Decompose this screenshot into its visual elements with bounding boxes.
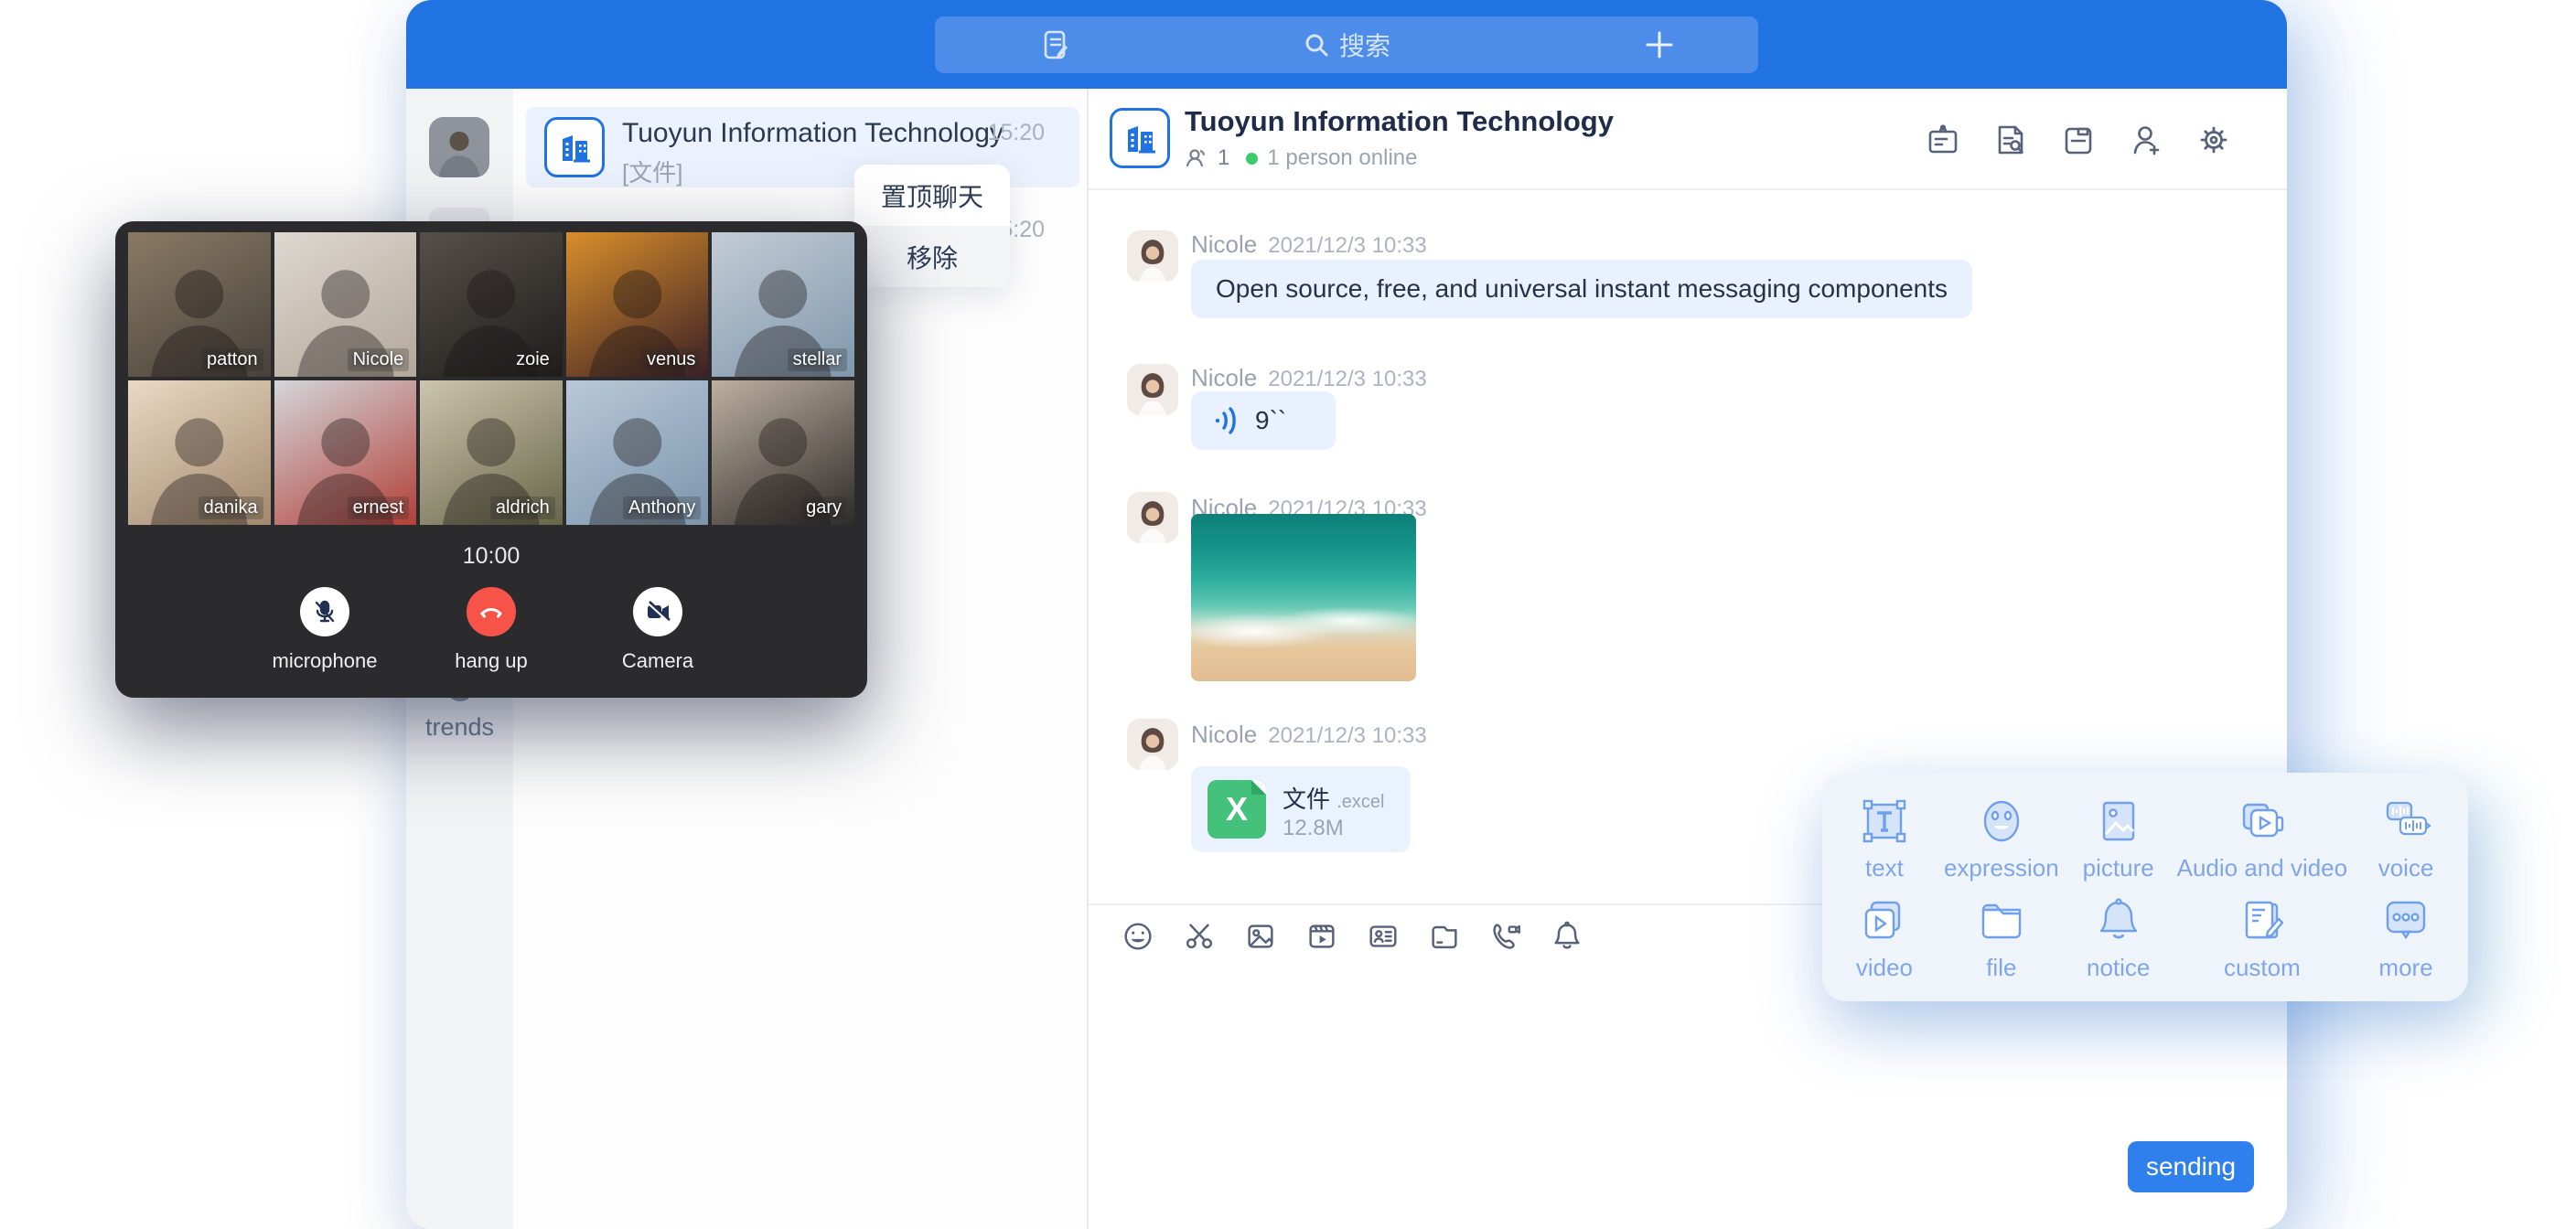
image-button[interactable] (1242, 916, 1279, 956)
members-icon (1185, 146, 1208, 170)
chat-history-icon[interactable] (1992, 122, 2029, 158)
camera-muted-icon (633, 587, 682, 636)
participant-grid: patton Nicole zoie venus stellar danika ernest… (128, 232, 854, 525)
emoji-button[interactable] (1120, 916, 1156, 956)
screenshot-button[interactable] (1181, 916, 1218, 956)
panel-item-custom[interactable]: custom (2177, 889, 2347, 989)
group-notice-icon[interactable] (1925, 122, 1961, 158)
conversation-preview: [文件] (622, 155, 682, 188)
participant-name: patton (201, 348, 263, 371)
hang-up-icon (467, 587, 516, 636)
message-meta: Nicole2021/12/3 10:33 (1191, 230, 1427, 259)
participant-name: stellar (788, 348, 847, 371)
user-avatar[interactable] (429, 117, 489, 177)
file-button[interactable] (1426, 916, 1463, 956)
message-meta: Nicole2021/12/3 10:33 (1191, 721, 1427, 749)
call-button[interactable] (1487, 916, 1524, 956)
file-ext: .excel (1336, 792, 1384, 812)
trends-label: trends (406, 713, 513, 742)
participant-tile[interactable]: Nicole (274, 232, 417, 377)
search-placeholder: 搜索 (1339, 27, 1390, 63)
participant-tile[interactable]: patton (128, 232, 271, 377)
conversation-title: Tuoyun Information Technology (622, 118, 1004, 149)
chat-subtitle: 1 1 person online (1185, 145, 1417, 171)
add-icon[interactable] (1641, 27, 1678, 63)
microphone-button[interactable]: microphone (271, 587, 379, 673)
group-file-icon[interactable] (2060, 122, 2097, 158)
microphone-label: microphone (271, 649, 379, 673)
sender-avatar[interactable] (1127, 230, 1178, 282)
file-name: 文件 (1283, 785, 1330, 813)
sender-avatar[interactable] (1127, 492, 1178, 543)
capability-panel: text expression picture Audio and video … (1822, 773, 2468, 1001)
group-avatar (1110, 108, 1170, 168)
top-bar: 搜索 (406, 0, 2287, 89)
notification-button[interactable] (1549, 916, 1585, 956)
video-call-window: patton Nicole zoie venus stellar danika ernest… (115, 221, 867, 698)
contact-card-button[interactable] (1365, 916, 1401, 956)
participant-tile[interactable]: danika (128, 380, 271, 525)
participant-tile[interactable]: gary (712, 380, 854, 525)
text-message[interactable]: Open source, free, and universal instant… (1191, 260, 1972, 318)
context-menu: 置顶聊天 移除 (854, 165, 1010, 287)
sender-avatar[interactable] (1127, 719, 1178, 770)
call-timer: 10:00 (115, 543, 867, 570)
participant-name: ernest (348, 497, 410, 519)
menu-item-remove[interactable]: 移除 (854, 226, 1010, 287)
participant-name: gary (800, 497, 847, 519)
participant-tile[interactable]: Anthony (566, 380, 709, 525)
camera-button[interactable]: Camera (604, 587, 712, 673)
search-bar[interactable]: 搜索 (935, 16, 1758, 73)
sender-avatar[interactable] (1127, 364, 1178, 415)
participant-tile[interactable]: venus (566, 232, 709, 377)
send-button[interactable]: sending (2128, 1141, 2254, 1192)
participant-tile[interactable]: aldrich (420, 380, 563, 525)
image-message[interactable] (1191, 514, 1416, 681)
conversation-time: 15:20 (987, 120, 1045, 146)
group-avatar (544, 117, 605, 177)
participant-name: venus (641, 348, 701, 371)
hang-up-button[interactable]: hang up (437, 587, 545, 673)
participant-name: Nicole (348, 348, 410, 371)
online-status: 1 person online (1267, 145, 1417, 171)
voice-wave-icon (1211, 405, 1242, 436)
online-dot (1246, 153, 1258, 165)
excel-file-icon: X (1208, 780, 1266, 839)
participant-name: Anthony (623, 497, 701, 519)
participant-name: zoie (510, 348, 555, 371)
search-icon (1303, 31, 1330, 59)
video-clip-button[interactable] (1304, 916, 1340, 956)
microphone-muted-icon (300, 587, 349, 636)
chat-header: Tuoyun Information Technology 1 1 person… (1089, 89, 2287, 190)
panel-item-picture[interactable]: picture (2060, 789, 2177, 889)
file-size: 12.8M (1283, 816, 1344, 841)
settings-icon[interactable] (2195, 122, 2232, 158)
message-meta: Nicole2021/12/3 10:33 (1191, 364, 1427, 392)
voice-message[interactable]: 9`` (1191, 391, 1336, 450)
panel-item-expression[interactable]: expression (1943, 789, 2060, 889)
add-member-icon[interactable] (2128, 122, 2164, 158)
search-input[interactable]: 搜索 (935, 16, 1758, 73)
member-count: 1 (1218, 145, 1229, 171)
file-message[interactable]: X 文件 .excel 12.8M (1191, 766, 1411, 852)
panel-item-more[interactable]: more (2347, 889, 2464, 989)
voice-duration: 9`` (1255, 406, 1286, 435)
participant-name: danika (199, 497, 263, 519)
composer-toolbar (1120, 916, 1585, 956)
chat-title: Tuoyun Information Technology (1185, 105, 1614, 138)
panel-item-voice[interactable]: voice (2347, 789, 2464, 889)
panel-item-video[interactable]: video (1826, 889, 1943, 989)
panel-item-notice[interactable]: notice (2060, 889, 2177, 989)
hang-up-label: hang up (437, 649, 545, 673)
panel-item-file[interactable]: file (1943, 889, 2060, 989)
participant-name: aldrich (490, 497, 555, 519)
panel-item-audio-video[interactable]: Audio and video (2177, 789, 2347, 889)
participant-tile[interactable]: zoie (420, 232, 563, 377)
participant-tile[interactable]: stellar (712, 232, 854, 377)
participant-tile[interactable]: ernest (274, 380, 417, 525)
menu-item-pin-chat[interactable]: 置顶聊天 (854, 165, 1010, 226)
camera-label: Camera (604, 649, 712, 673)
panel-item-text[interactable]: text (1826, 789, 1943, 889)
